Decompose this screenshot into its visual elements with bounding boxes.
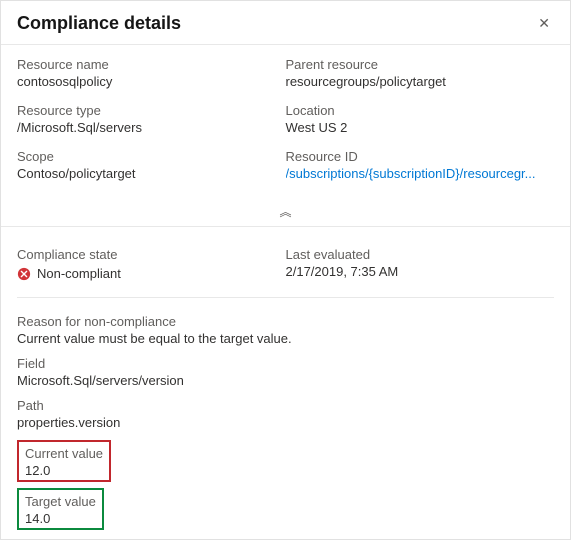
panel-title: Compliance details [17, 13, 181, 34]
error-icon [17, 267, 31, 281]
current-value-label: Current value [25, 446, 103, 461]
resource-name-value: contososqlpolicy [17, 74, 276, 89]
resource-name-field: Resource name contososqlpolicy [17, 57, 286, 89]
parent-resource-label: Parent resource [286, 57, 545, 72]
path-value: properties.version [17, 415, 554, 430]
collapse-toggle[interactable]: ︽ [1, 201, 570, 227]
last-evaluated-label: Last evaluated [286, 247, 555, 262]
last-evaluated-field: Last evaluated 2/17/2019, 7:35 AM [286, 247, 555, 279]
path-label: Path [17, 398, 554, 413]
status-row: Compliance state Non-compliant Last eval… [1, 227, 570, 297]
resource-id-label: Resource ID [286, 149, 545, 164]
resource-details-section: Resource name contososqlpolicy Parent re… [1, 45, 570, 201]
location-value: West US 2 [286, 120, 545, 135]
resource-type-value: /Microsoft.Sql/servers [17, 120, 276, 135]
reason-message: Current value must be equal to the targe… [17, 331, 554, 346]
target-value: 14.0 [25, 511, 96, 526]
compliance-state-label: Compliance state [17, 247, 286, 262]
close-icon: ✕ [538, 15, 550, 31]
field-label: Field [17, 356, 554, 371]
chevron-up-icon: ︽ [279, 205, 291, 219]
last-evaluated-value: 2/17/2019, 7:35 AM [286, 264, 555, 279]
resource-name-label: Resource name [17, 57, 276, 72]
field-value: Microsoft.Sql/servers/version [17, 373, 554, 388]
resource-id-link[interactable]: /subscriptions/{subscriptionID}/resource… [286, 166, 545, 181]
scope-label: Scope [17, 149, 276, 164]
scope-field: Scope Contoso/policytarget [17, 149, 286, 181]
parent-resource-field: Parent resource resourcegroups/policytar… [286, 57, 555, 89]
parent-resource-value: resourcegroups/policytarget [286, 74, 545, 89]
compliance-state-field: Compliance state Non-compliant [17, 247, 286, 281]
current-value: 12.0 [25, 463, 103, 478]
target-value-label: Target value [25, 494, 96, 509]
location-label: Location [286, 103, 545, 118]
current-value-box: Current value 12.0 [17, 440, 111, 482]
compliance-state-value: Non-compliant [37, 266, 121, 281]
resource-type-field: Resource type /Microsoft.Sql/servers [17, 103, 286, 135]
location-field: Location West US 2 [286, 103, 555, 135]
compliance-details-panel: Compliance details ✕ Resource name conto… [0, 0, 571, 540]
resource-id-field: Resource ID /subscriptions/{subscription… [286, 149, 555, 181]
scope-value: Contoso/policytarget [17, 166, 276, 181]
resource-type-label: Resource type [17, 103, 276, 118]
close-button[interactable]: ✕ [534, 13, 554, 34]
target-value-box: Target value 14.0 [17, 488, 104, 530]
reason-section: Reason for non-compliance Current value … [1, 298, 570, 540]
reason-title: Reason for non-compliance [17, 314, 554, 329]
panel-header: Compliance details ✕ [1, 1, 570, 45]
